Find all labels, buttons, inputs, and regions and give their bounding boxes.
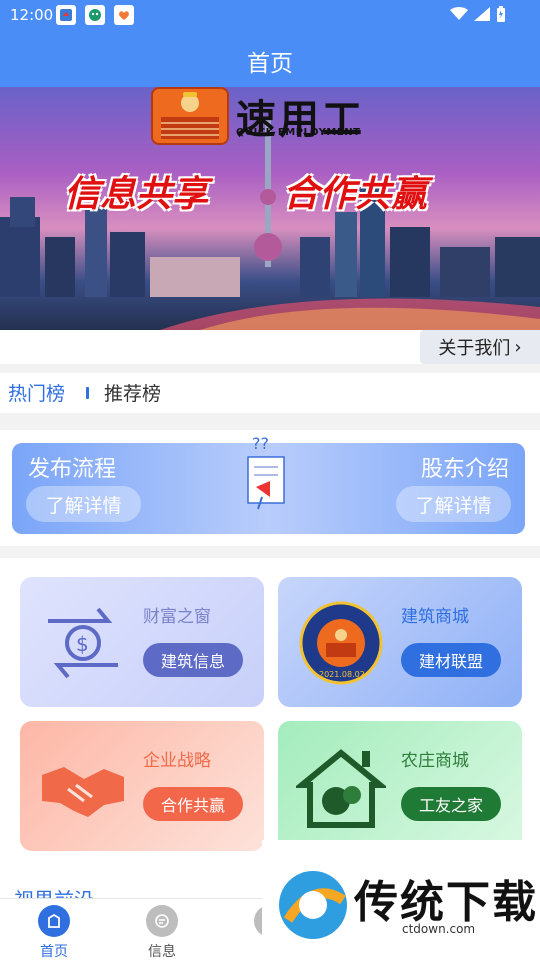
tile-wealth-window[interactable]: $ 财富之窗 建筑信息 (20, 577, 264, 707)
status-bar: 12:00 (0, 0, 540, 30)
watermark-url: ctdown.com (402, 922, 476, 936)
cooperation-button[interactable]: 合作共赢 (143, 787, 243, 821)
page-title: 首页 (247, 51, 293, 77)
app-screen: 12:00 首页 速用工 QUICK EMPLOYMENT 信息共享 合作共赢 … (0, 0, 540, 960)
publish-process-details-button[interactable]: 了解详情 (26, 486, 141, 522)
workers-home-button[interactable]: 工友之家 (401, 787, 501, 821)
seal-date-text: 2021.08.02 (319, 670, 365, 679)
watermark-logo-icon (279, 871, 347, 939)
about-us-label: 关于我们 (438, 338, 511, 359)
slogan-right: 合作共赢 (283, 173, 428, 215)
chevron-right-icon: › (514, 336, 522, 358)
tile-farm-title: 农庄商城 (401, 751, 469, 771)
message-icon (146, 905, 178, 937)
system-status-icons (450, 6, 506, 22)
shareholder-details-button[interactable]: 了解详情 (396, 486, 511, 522)
shareholder-intro-title: 股东介绍 (420, 457, 509, 482)
heart-notification-icon (114, 5, 134, 25)
slogan-left: 信息共享 (64, 173, 209, 215)
home-icon (38, 905, 70, 937)
watermark-overlay: 传统下载 ctdown.com (262, 840, 540, 960)
building-materials-button[interactable]: 建材联盟 (401, 643, 501, 677)
handshake-icon (42, 767, 124, 817)
tile-construction-mall[interactable]: 2021.08.02 建筑商城 建材联盟 (278, 577, 522, 707)
process-section: 发布流程 了解详情 ?? 股东介绍 了解详情 (0, 430, 540, 546)
tab-divider (86, 387, 89, 399)
top-bar: 12:00 首页 (0, 0, 540, 87)
tab-hot[interactable]: 热门榜 (8, 379, 65, 406)
tile-strategy-title: 企业战略 (143, 751, 211, 771)
signal-icon (474, 7, 490, 21)
construction-info-button[interactable]: 建筑信息 (143, 643, 243, 677)
nav-home[interactable]: 首页 (24, 905, 84, 960)
nav-home-label: 首页 (40, 944, 68, 960)
svg-text:??: ?? (252, 435, 269, 453)
process-card: 发布流程 了解详情 ?? 股东介绍 了解详情 (12, 435, 525, 534)
ranking-tabs: 热门榜 推荐榜 (0, 373, 540, 413)
svg-text:$: $ (76, 632, 89, 656)
nav-messages[interactable]: 信息 (132, 905, 192, 960)
tile-enterprise-strategy[interactable]: 企业战略 合作共赢 (20, 721, 264, 851)
watermark-text: 传统下载 (354, 877, 538, 928)
tab-recommended[interactable]: 推荐榜 (104, 379, 161, 406)
notification-icons (56, 5, 134, 25)
wifi-icon (450, 7, 468, 20)
brand-subtitle: QUICK EMPLOYMENT (236, 127, 361, 138)
tile-mall-title: 建筑商城 (401, 607, 469, 627)
announcement-document-icon: ?? (247, 435, 285, 510)
tile-farm-mall[interactable]: 农庄商城 工友之家 (278, 721, 522, 851)
status-time: 12:00 (10, 6, 54, 24)
about-us-button[interactable]: 关于我们 › (420, 330, 540, 364)
tile-wealth-title: 财富之窗 (143, 607, 211, 627)
hero-banner[interactable]: 速用工 QUICK EMPLOYMENT 信息共享 合作共赢 (0, 87, 540, 330)
robot-notification-icon (85, 5, 105, 25)
about-row: 关于我们 › (0, 330, 540, 364)
farmhouse-icon (296, 749, 386, 828)
money-exchange-icon: $ (48, 607, 118, 679)
brand-logo-icon (151, 87, 229, 145)
app-notification-icon (56, 5, 76, 25)
company-seal-icon: 2021.08.02 (299, 601, 383, 685)
nav-messages-label: 信息 (148, 944, 176, 960)
battery-icon (497, 6, 505, 22)
publish-process-title: 发布流程 (28, 457, 117, 482)
